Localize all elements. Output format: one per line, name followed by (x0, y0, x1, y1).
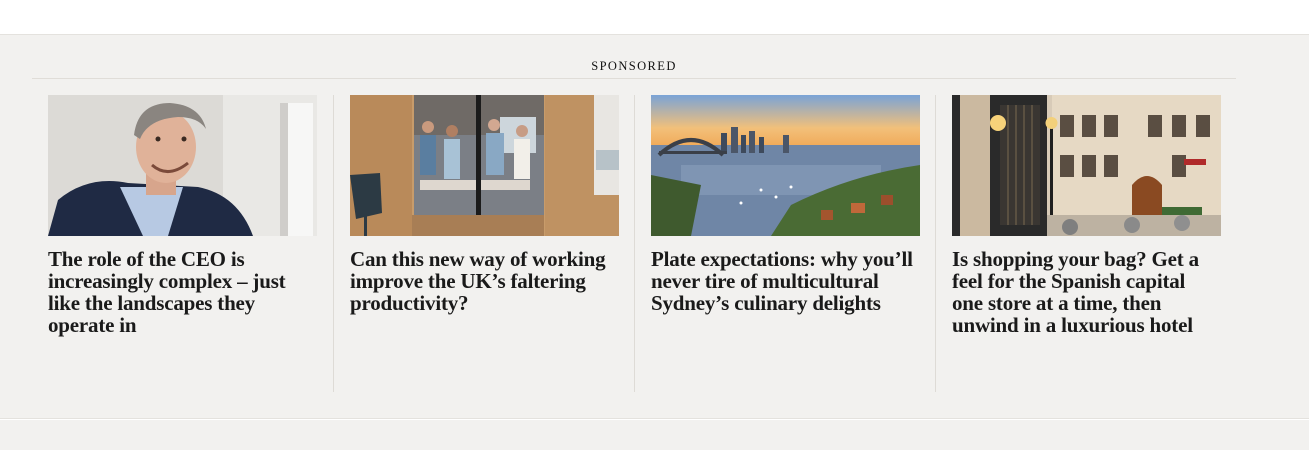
card-image-sydney-harbour[interactable] (651, 95, 920, 236)
card-headline[interactable]: The role of the CEO is increasingly comp… (48, 248, 317, 336)
sponsored-section: SPONSORED The role of the CEO is increas… (0, 34, 1309, 419)
page-top-area (0, 0, 1309, 34)
sponsored-header: SPONSORED (32, 35, 1236, 79)
card-image-madrid-street[interactable] (952, 95, 1221, 236)
card-headline[interactable]: Can this new way of working improve the … (350, 248, 618, 314)
sponsored-card[interactable]: The role of the CEO is increasingly comp… (32, 95, 333, 392)
sponsored-card[interactable]: Plate expectations: why you’ll never tir… (634, 95, 935, 392)
sponsored-cards: The role of the CEO is increasingly comp… (32, 95, 1236, 392)
sponsored-card[interactable]: Is shopping your bag? Get a feel for the… (935, 95, 1236, 392)
card-image-ceo-portrait[interactable] (48, 95, 317, 236)
card-headline[interactable]: Plate expectations: why you’ll never tir… (651, 248, 919, 314)
sponsored-label: SPONSORED (591, 59, 677, 73)
card-image-office-meeting[interactable] (350, 95, 619, 236)
card-headline[interactable]: Is shopping your bag? Get a feel for the… (952, 248, 1220, 336)
sponsored-card[interactable]: Can this new way of working improve the … (333, 95, 634, 392)
page-bottom-area (0, 420, 1309, 450)
